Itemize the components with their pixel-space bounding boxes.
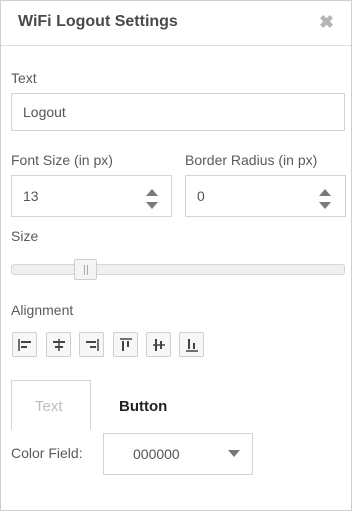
settings-panel: WiFi Logout Settings ✖ Text Logout Font … bbox=[0, 0, 352, 511]
align-center-icon bbox=[53, 339, 65, 351]
align-left-icon bbox=[18, 339, 31, 351]
align-center-button[interactable] bbox=[46, 332, 71, 357]
align-top-icon bbox=[120, 338, 132, 351]
stepper-up-icon[interactable] bbox=[146, 189, 158, 196]
size-label: Size bbox=[11, 228, 39, 244]
tab-text-label[interactable]: Text bbox=[35, 398, 63, 415]
text-label: Text bbox=[11, 70, 37, 86]
stepper-up-icon[interactable] bbox=[319, 189, 331, 196]
size-slider-handle[interactable] bbox=[74, 259, 97, 280]
color-field-label: Color Field: bbox=[11, 445, 83, 461]
stepper-down-icon[interactable] bbox=[319, 202, 331, 209]
stepper-down-icon[interactable] bbox=[146, 202, 158, 209]
text-input[interactable]: Logout bbox=[11, 93, 345, 131]
size-slider-track[interactable] bbox=[11, 264, 345, 275]
chevron-down-icon bbox=[228, 450, 240, 457]
border-radius-stepper[interactable] bbox=[319, 189, 333, 211]
align-bottom-button[interactable] bbox=[179, 332, 204, 357]
color-field-select[interactable]: 000000 bbox=[103, 433, 253, 475]
align-right-icon bbox=[86, 339, 99, 351]
panel-header: WiFi Logout Settings ✖ bbox=[1, 1, 351, 46]
align-middle-icon bbox=[153, 339, 165, 351]
alignment-label: Alignment bbox=[11, 302, 74, 318]
color-field-value: 000000 bbox=[133, 446, 180, 462]
align-left-button[interactable] bbox=[12, 332, 37, 357]
tab-button-label[interactable]: Button bbox=[119, 398, 167, 415]
align-right-button[interactable] bbox=[79, 332, 104, 357]
font-size-label: Font Size (in px) bbox=[11, 152, 113, 168]
align-middle-button[interactable] bbox=[146, 332, 171, 357]
align-top-button[interactable] bbox=[113, 332, 138, 357]
close-icon[interactable]: ✖ bbox=[319, 12, 334, 33]
border-radius-label: Border Radius (in px) bbox=[185, 152, 318, 168]
panel-title: WiFi Logout Settings bbox=[18, 13, 178, 30]
align-bottom-icon bbox=[186, 339, 198, 352]
font-size-stepper[interactable] bbox=[146, 189, 160, 211]
